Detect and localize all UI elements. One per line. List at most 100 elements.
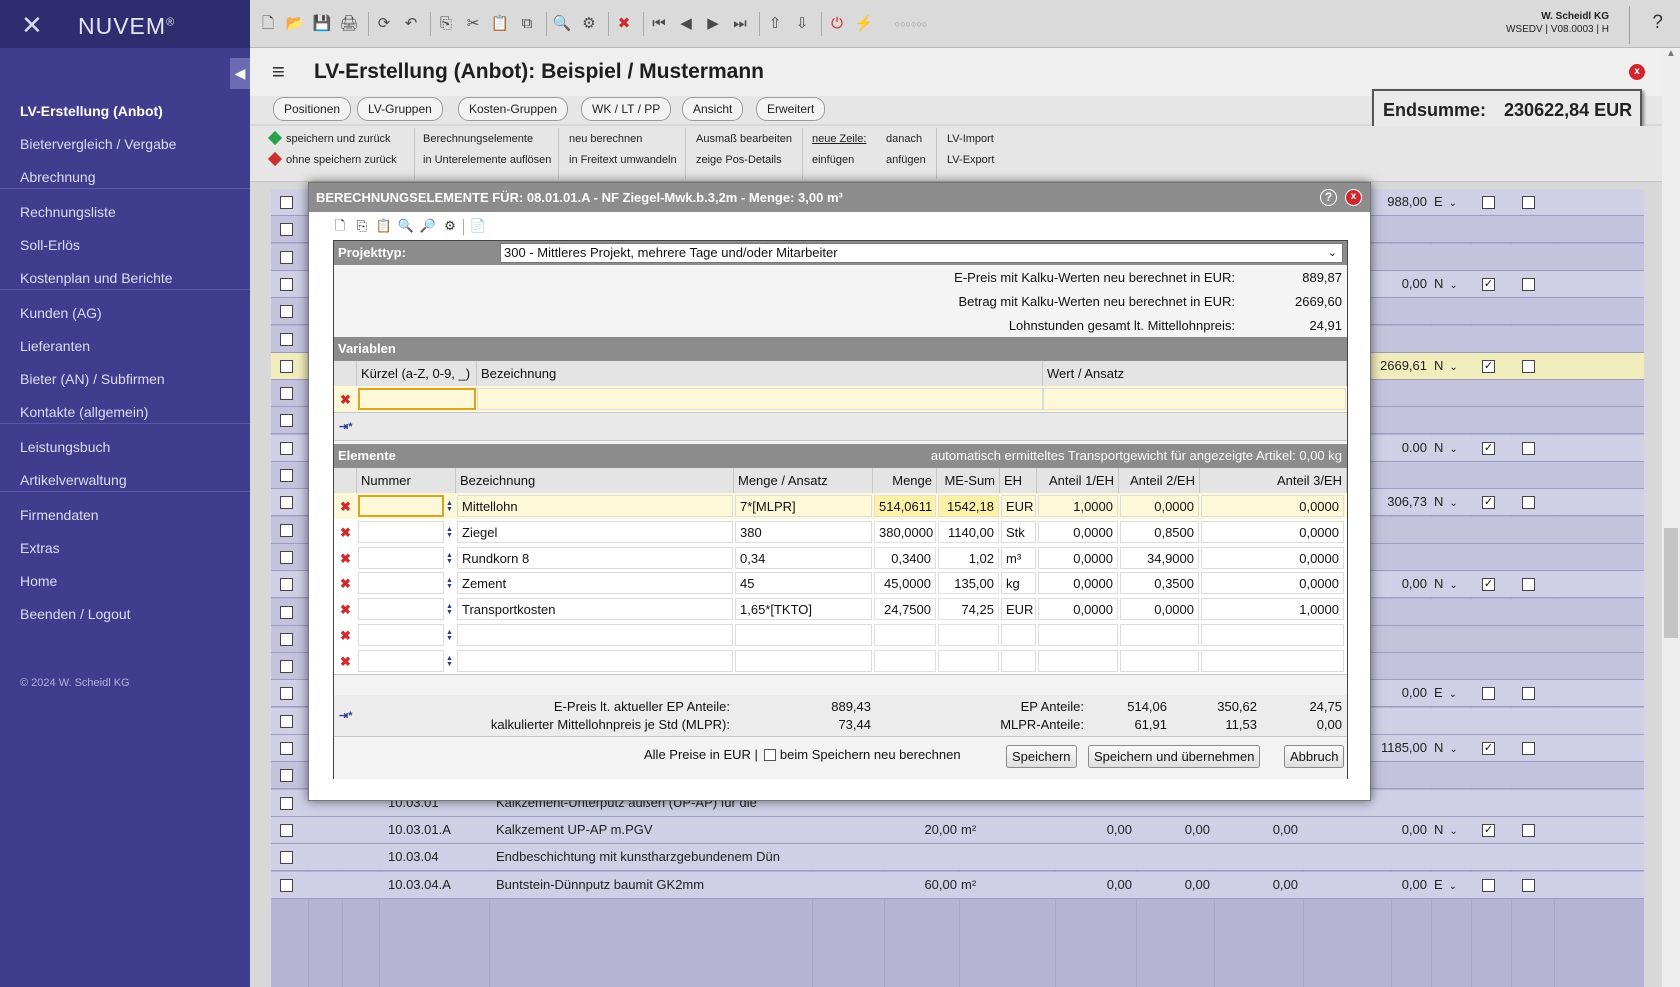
bezeichnung-input[interactable] (457, 624, 733, 646)
bezeichnung-input[interactable]: Ziegel (457, 520, 733, 543)
sidebar-item-kontakte-allgemein[interactable]: Kontakte (allgemein) (20, 404, 148, 420)
bezeichnung-input[interactable]: Zement (457, 572, 733, 595)
menge-ansatz-input[interactable]: 45 (735, 572, 872, 595)
menge-ansatz-input[interactable] (735, 649, 872, 672)
flag-select[interactable]: N ⌄ (1434, 440, 1458, 455)
tab-erweitert[interactable]: Erweitert (756, 97, 826, 121)
anteil-3-input[interactable]: 1,0000 (1201, 598, 1344, 621)
delete-row-icon[interactable]: ✖ (340, 603, 351, 616)
save-and-back-link[interactable]: speichern und zurück (267, 130, 391, 146)
eh-input[interactable]: Stk (1001, 520, 1036, 543)
variable-wert-input[interactable] (1043, 388, 1346, 410)
eh-input[interactable]: kg (1001, 572, 1036, 595)
row-checkbox[interactable] (280, 496, 293, 510)
tab-wk-lt-pp[interactable]: WK / LT / PP (581, 97, 672, 121)
sort-arrows-icon[interactable]: ▲ ▼ (446, 500, 453, 513)
recalculate-link[interactable]: neu berechnen (569, 133, 642, 145)
new-icon[interactable]: 🗋 (331, 217, 349, 235)
row-checkbox[interactable] (280, 332, 293, 346)
row-checkbox[interactable] (280, 387, 293, 401)
clone-icon[interactable]: ⧉ (517, 13, 537, 35)
power-icon[interactable]: ⏻ (827, 13, 847, 35)
flag-select[interactable]: N ⌄ (1434, 276, 1458, 291)
next-record-icon[interactable]: ▶ (703, 13, 723, 35)
anteil-2-input[interactable] (1120, 624, 1199, 646)
menge-ansatz-input[interactable]: 7*[MLPR] (735, 495, 872, 517)
discard-and-back-link[interactable]: ohne speichern zurück (267, 151, 397, 167)
lv-export-link[interactable]: LV-Export (947, 154, 995, 166)
bezeichnung-input[interactable]: Mittellohn (457, 495, 733, 517)
help-icon[interactable]: ? (1652, 12, 1663, 34)
delete-row-icon[interactable]: ✖ (340, 629, 351, 642)
pager-icon[interactable]: ○○○○○○ (881, 13, 941, 35)
scroll-up-icon[interactable]: ▲ (1666, 48, 1676, 59)
edit-ausmass-link[interactable]: Ausmaß bearbeiten (696, 133, 792, 145)
nummer-input[interactable] (358, 624, 444, 646)
tab-ansicht[interactable]: Ansicht (682, 97, 744, 121)
anteil-3-input[interactable]: 0,0000 (1201, 546, 1344, 569)
flag-select[interactable]: N ⌄ (1434, 576, 1458, 591)
eh-input[interactable]: EUR (1001, 598, 1036, 621)
mark-checkbox[interactable] (1522, 277, 1535, 291)
close-page-button[interactable]: x (1629, 64, 1645, 80)
include-checkbox[interactable] (1482, 196, 1495, 209)
refresh-icon[interactable]: ⟳ (374, 13, 394, 35)
nummer-input[interactable] (358, 495, 444, 517)
mark-checkbox[interactable] (1522, 878, 1535, 892)
paste-icon[interactable]: 📋 (490, 13, 510, 35)
sidebar-item-rechnungsliste[interactable]: Rechnungsliste (20, 204, 116, 220)
delete-row-icon[interactable]: ✖ (340, 577, 351, 590)
bezeichnung-input[interactable]: Transportkosten (457, 598, 733, 621)
include-checkbox[interactable]: ✓ (1482, 578, 1495, 592)
expand-tree-icon[interactable]: ⇩ (792, 13, 812, 35)
sidebar-item-firmendaten[interactable]: Firmendaten (20, 507, 99, 523)
sidebar-item-abrechnung[interactable]: Abrechnung (20, 169, 96, 185)
paste-icon[interactable]: 📋 (375, 217, 393, 235)
row-checkbox[interactable] (280, 469, 293, 482)
pos-details-link[interactable]: zeige Pos-Details (696, 154, 782, 166)
menge-ansatz-input[interactable]: 1,65*[TKTO] (735, 598, 872, 621)
anteil-1-input[interactable]: 0,0000 (1038, 520, 1118, 543)
anteil-1-input[interactable]: 0,0000 (1038, 546, 1118, 569)
anteil-3-input[interactable] (1201, 649, 1344, 672)
table-row[interactable]: 10.03.04 Endbeschichtung mit kunstharzgeb… (271, 844, 1644, 872)
sort-arrows-icon[interactable]: ▲ ▼ (446, 603, 453, 616)
add-row-icon[interactable]: ⇥* (339, 420, 353, 433)
collapse-tree-icon[interactable]: ⇧ (765, 13, 785, 35)
anteil-2-input[interactable]: 0,0000 (1120, 495, 1199, 517)
anteil-3-input[interactable]: 0,0000 (1201, 520, 1344, 543)
previous-record-icon[interactable]: ◀ (676, 13, 696, 35)
copy-icon[interactable]: ⎘ (353, 217, 371, 235)
mark-checkbox[interactable] (1522, 359, 1535, 373)
sidebar-item-kostenplan-und-berichte[interactable]: Kostenplan und Berichte (20, 270, 173, 286)
last-record-icon[interactable]: ⏭ (730, 13, 750, 35)
new-document-icon[interactable]: 🗋 (258, 13, 278, 35)
mark-checkbox[interactable] (1522, 441, 1535, 455)
save-and-apply-button[interactable]: Speichern und übernehmen (1088, 745, 1261, 768)
open-folder-icon[interactable]: 📂 (285, 13, 305, 35)
insert-line-link[interactable]: einfügen (812, 154, 854, 166)
mark-checkbox[interactable] (1522, 578, 1535, 592)
row-checkbox[interactable] (280, 714, 293, 728)
bezeichnung-input[interactable]: Rundkorn 8 (457, 546, 733, 569)
anteil-2-input[interactable]: 0,8500 (1120, 520, 1199, 543)
anteil-1-input[interactable]: 0,0000 (1038, 572, 1118, 595)
cut-icon[interactable]: ✂ (463, 13, 483, 35)
delete-icon[interactable]: ✖ (614, 13, 634, 35)
tab-kosten-gruppen[interactable]: Kosten-Gruppen (458, 97, 569, 121)
sidebar-item-kunden-ag[interactable]: Kunden (AG) (20, 305, 102, 321)
sidebar-item-lv-erstellung-anbot[interactable]: LV-Erstellung (Anbot) (20, 103, 163, 119)
nummer-input[interactable] (358, 546, 444, 569)
find-replace-icon[interactable]: 🔎 (419, 217, 437, 235)
menge-ansatz-input[interactable]: 380 (735, 520, 872, 543)
save-icon[interactable]: 💾 (312, 13, 332, 35)
delete-row-icon[interactable]: ✖ (340, 526, 351, 539)
mark-checkbox[interactable] (1522, 742, 1535, 755)
menge-ansatz-input[interactable]: 0,34 (735, 546, 872, 569)
append-line-link[interactable]: anfügen (886, 154, 926, 166)
settings-icon[interactable]: ⚙ (441, 217, 459, 235)
cancel-button[interactable]: Abbruch (1284, 745, 1345, 768)
row-checkbox[interactable] (280, 414, 293, 428)
variable-bezeichnung-input[interactable] (477, 388, 1043, 410)
nummer-input[interactable] (358, 520, 444, 543)
